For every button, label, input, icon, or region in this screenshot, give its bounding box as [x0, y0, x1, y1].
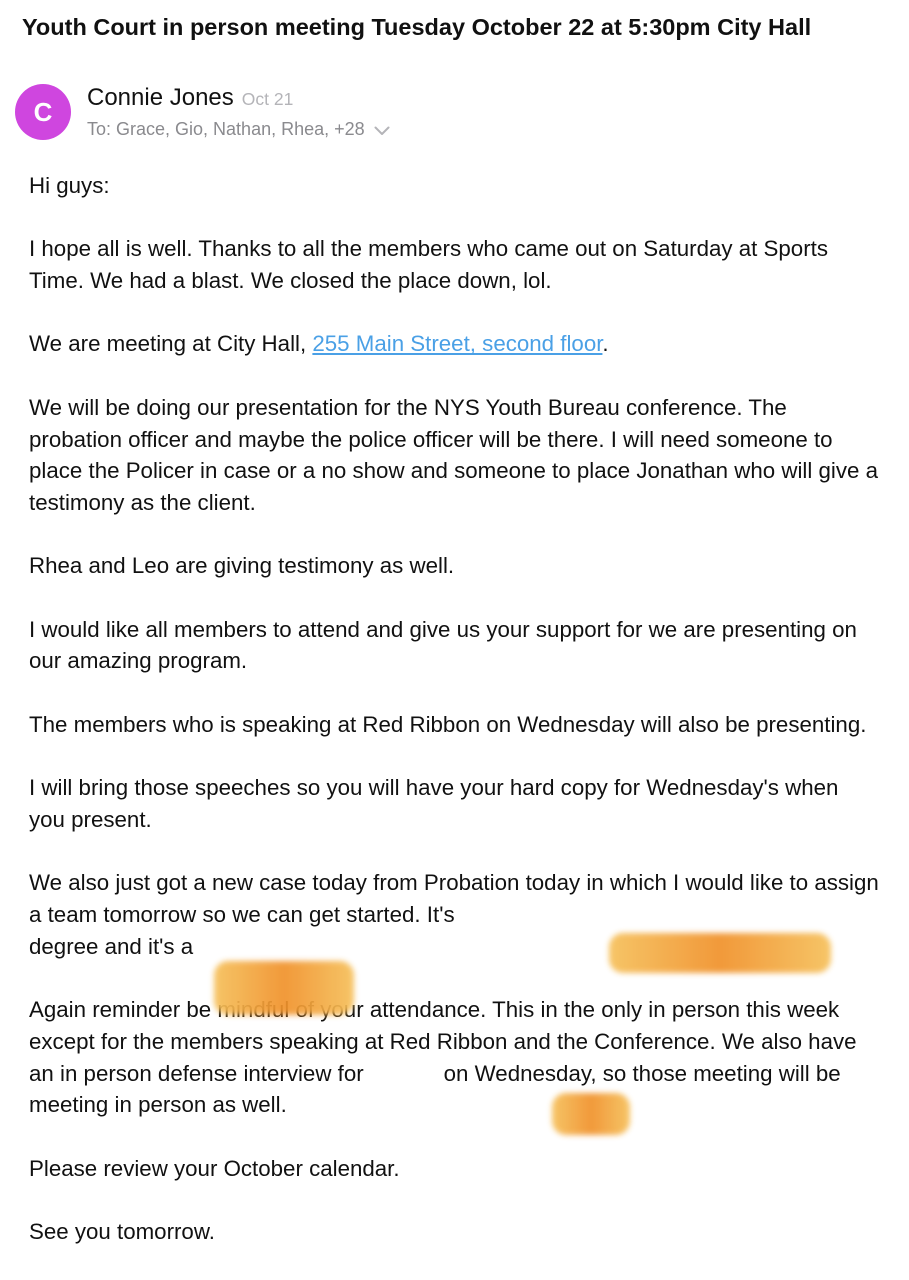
- paragraph-testimony: Rhea and Leo are giving testimony as wel…: [29, 553, 455, 579]
- sent-date: Oct 21: [241, 89, 294, 109]
- location-text: We are meeting at City Hall,: [29, 331, 313, 357]
- paragraph-location: We are meeting at City Hall, 255 Main St…: [29, 328, 879, 360]
- paragraph-presentation: We will be doing our presentation for th…: [29, 394, 879, 515]
- greeting: Hi guys:: [29, 173, 110, 198]
- paragraph-reminder: Again reminder be mindful of your attend…: [29, 994, 879, 1121]
- paragraph-signoff: See you tomorrow.: [29, 1219, 215, 1245]
- redaction-mark: [552, 1093, 630, 1135]
- email-subject: Youth Court in person meeting Tuesday Oc…: [22, 14, 812, 40]
- redaction-mark: [609, 933, 831, 973]
- recipients-list: To: Grace, Gio, Nathan, Rhea, +28: [87, 119, 365, 139]
- paragraph-calendar: Please review your October calendar.: [29, 1155, 400, 1181]
- chevron-down-icon[interactable]: [374, 120, 390, 141]
- sender-avatar[interactable]: C: [15, 84, 71, 140]
- email-body: Hi guys: I hope all is well. Thanks to a…: [29, 170, 879, 1279]
- sender-name[interactable]: Connie Jones: [87, 84, 234, 111]
- address-link[interactable]: 255 Main Street, second floor: [312, 331, 602, 356]
- location-suffix: .: [602, 331, 609, 357]
- new-case-text: We also just got a new case today from P…: [29, 870, 879, 928]
- paragraph-speeches: I will bring those speeches so you will …: [29, 775, 839, 832]
- new-case-text-continued: degree and it's a: [29, 933, 194, 959]
- paragraph-red-ribbon: The members who is speaking at Red Ribbo…: [29, 711, 867, 737]
- paragraph-attendance-request: I would like all members to attend and g…: [29, 616, 857, 674]
- sender-line: Connie Jones Oct 21: [87, 84, 293, 112]
- redaction-mark: [214, 961, 354, 1015]
- paragraph-thanks: I hope all is well. Thanks to all the me…: [29, 236, 828, 294]
- recipients-row[interactable]: To: Grace, Gio, Nathan, Rhea, +28: [87, 118, 390, 141]
